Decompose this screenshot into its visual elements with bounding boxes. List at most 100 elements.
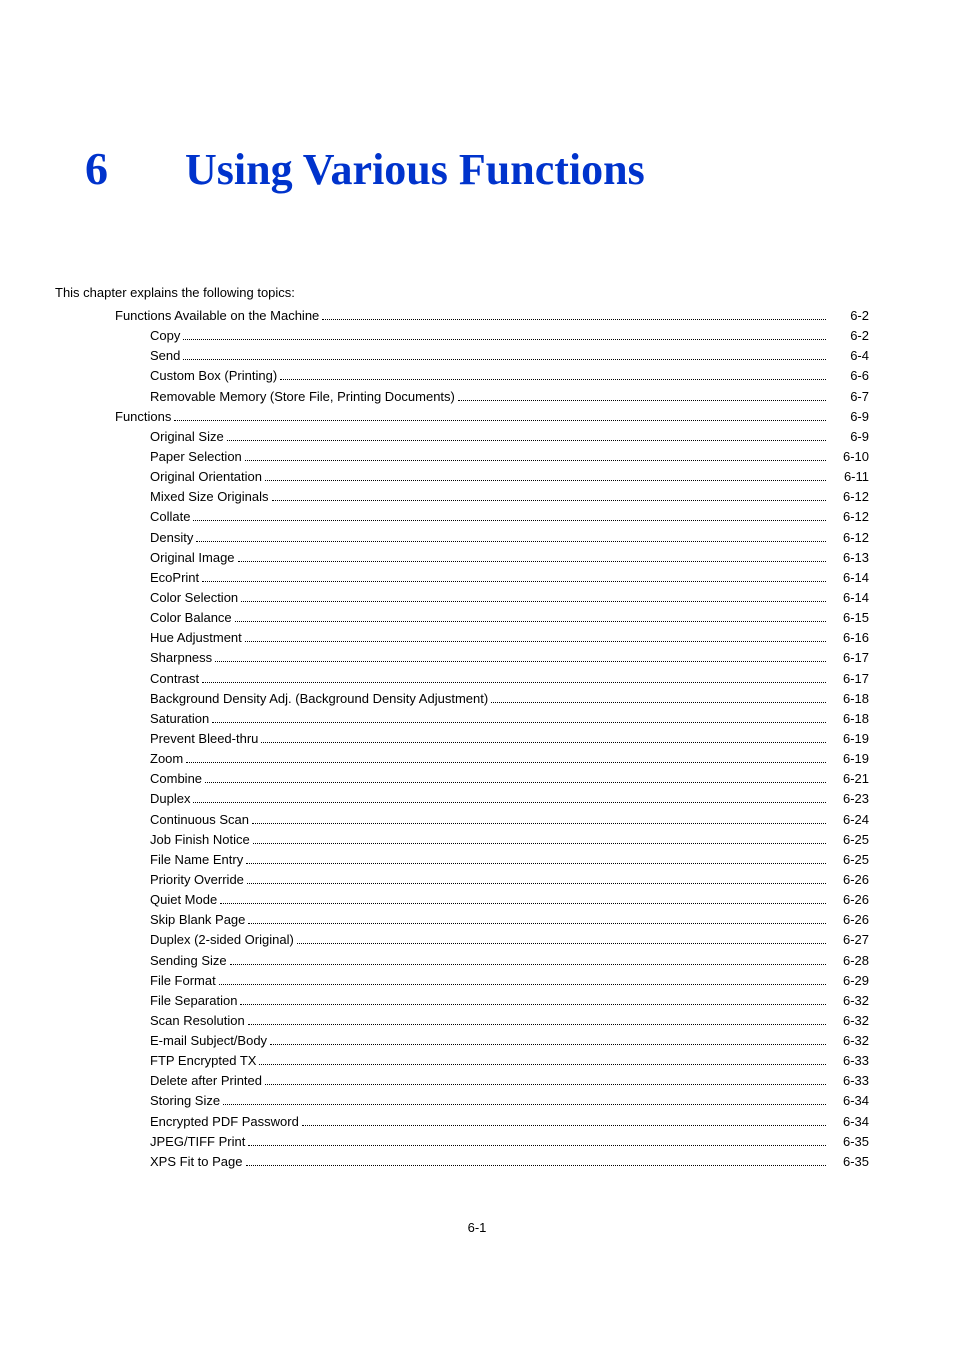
- toc-entry-label: Contrast: [150, 669, 199, 689]
- toc-entry-page: 6-32: [829, 1011, 869, 1031]
- toc-leader-dots: [297, 943, 826, 944]
- toc-entry[interactable]: Prevent Bleed-thru6-19: [85, 729, 869, 749]
- toc-entry-label: Duplex (2-sided Original): [150, 930, 294, 950]
- toc-entry[interactable]: Custom Box (Printing)6-6: [85, 366, 869, 386]
- toc-entry-page: 6-10: [829, 447, 869, 467]
- toc-entry-page: 6-7: [829, 387, 869, 407]
- toc-leader-dots: [193, 802, 826, 803]
- toc-entry-page: 6-34: [829, 1091, 869, 1111]
- toc-leader-dots: [227, 440, 826, 441]
- toc-entry[interactable]: EcoPrint 6-14: [85, 568, 869, 588]
- toc-entry-page: 6-17: [829, 648, 869, 668]
- toc-entry-label: Original Size: [150, 427, 224, 447]
- toc-leader-dots: [247, 883, 826, 884]
- toc-leader-dots: [202, 682, 826, 683]
- toc-leader-dots: [270, 1044, 826, 1045]
- toc-entry[interactable]: File Separation6-32: [85, 991, 869, 1011]
- toc-entry[interactable]: Color Selection6-14: [85, 588, 869, 608]
- toc-entry[interactable]: Contrast6-17: [85, 669, 869, 689]
- toc-entry[interactable]: Sharpness 6-17: [85, 648, 869, 668]
- toc-entry-page: 6-35: [829, 1152, 869, 1172]
- toc-entry-label: Original Orientation: [150, 467, 262, 487]
- toc-entry-page: 6-23: [829, 789, 869, 809]
- toc-entry[interactable]: Storing Size 6-34: [85, 1091, 869, 1111]
- toc-leader-dots: [245, 641, 826, 642]
- toc-entry[interactable]: Encrypted PDF Password6-34: [85, 1112, 869, 1132]
- toc-entry[interactable]: XPS Fit to Page 6-35: [85, 1152, 869, 1172]
- toc-leader-dots: [183, 339, 826, 340]
- toc-leader-dots: [259, 1064, 826, 1065]
- toc-entry[interactable]: Continuous Scan6-24: [85, 810, 869, 830]
- toc-entry-label: FTP Encrypted TX: [150, 1051, 256, 1071]
- toc-leader-dots: [240, 1004, 826, 1005]
- toc-entry[interactable]: Functions Available on the Machine 6-2: [85, 306, 869, 326]
- document-page: 6 Using Various Functions This chapter e…: [0, 0, 954, 1295]
- toc-leader-dots: [241, 601, 826, 602]
- toc-entry[interactable]: File Format6-29: [85, 971, 869, 991]
- toc-entry-page: 6-32: [829, 991, 869, 1011]
- toc-entry-label: XPS Fit to Page: [150, 1152, 243, 1172]
- toc-entry[interactable]: Scan Resolution 6-32: [85, 1011, 869, 1031]
- toc-entry-page: 6-6: [829, 366, 869, 386]
- toc-leader-dots: [248, 1024, 826, 1025]
- toc-entry[interactable]: Removable Memory (Store File, Printing D…: [85, 387, 869, 407]
- toc-entry[interactable]: Duplex (2-sided Original)6-27: [85, 930, 869, 950]
- toc-entry-page: 6-33: [829, 1051, 869, 1071]
- toc-entry[interactable]: Copy6-2: [85, 326, 869, 346]
- toc-entry[interactable]: File Name Entry6-25: [85, 850, 869, 870]
- toc-entry-label: JPEG/TIFF Print: [150, 1132, 245, 1152]
- toc-entry-page: 6-25: [829, 850, 869, 870]
- toc-entry-label: File Format: [150, 971, 216, 991]
- toc-leader-dots: [205, 782, 826, 783]
- toc-entry-label: Continuous Scan: [150, 810, 249, 830]
- toc-entry-label: Removable Memory (Store File, Printing D…: [150, 387, 455, 407]
- toc-entry-label: Scan Resolution: [150, 1011, 245, 1031]
- toc-entry[interactable]: Zoom6-19: [85, 749, 869, 769]
- toc-leader-dots: [220, 903, 826, 904]
- toc-entry[interactable]: FTP Encrypted TX 6-33: [85, 1051, 869, 1071]
- toc-entry[interactable]: Original Size 6-9: [85, 427, 869, 447]
- toc-entry[interactable]: Color Balance6-15: [85, 608, 869, 628]
- toc-entry[interactable]: Delete after Printed6-33: [85, 1071, 869, 1091]
- chapter-heading: 6 Using Various Functions: [85, 142, 869, 195]
- toc-entry-label: Color Selection: [150, 588, 238, 608]
- toc-entry[interactable]: Duplex6-23: [85, 789, 869, 809]
- toc-entry[interactable]: Original Image6-13: [85, 548, 869, 568]
- toc-entry-label: Skip Blank Page: [150, 910, 245, 930]
- toc-leader-dots: [202, 581, 826, 582]
- toc-entry-label: Functions Available on the Machine: [115, 306, 319, 326]
- toc-entry[interactable]: Quiet Mode6-26: [85, 890, 869, 910]
- toc-entry[interactable]: E-mail Subject/Body6-32: [85, 1031, 869, 1051]
- toc-entry[interactable]: Mixed Size Originals6-12: [85, 487, 869, 507]
- toc-entry[interactable]: Send6-4: [85, 346, 869, 366]
- toc-entry[interactable]: Job Finish Notice6-25: [85, 830, 869, 850]
- toc-entry-label: Send: [150, 346, 180, 366]
- toc-leader-dots: [246, 863, 826, 864]
- toc-entry[interactable]: Paper Selection6-10: [85, 447, 869, 467]
- toc-entry-page: 6-2: [829, 306, 869, 326]
- toc-entry-label: Mixed Size Originals: [150, 487, 269, 507]
- toc-entry-page: 6-14: [829, 568, 869, 588]
- toc-entry[interactable]: Collate6-12: [85, 507, 869, 527]
- toc-entry-label: Storing Size: [150, 1091, 220, 1111]
- toc-leader-dots: [174, 420, 826, 421]
- toc-entry-page: 6-19: [829, 729, 869, 749]
- toc-leader-dots: [491, 702, 826, 703]
- toc-entry-label: EcoPrint: [150, 568, 199, 588]
- toc-entry[interactable]: Hue Adjustment6-16: [85, 628, 869, 648]
- toc-entry[interactable]: Priority Override6-26: [85, 870, 869, 890]
- toc-entry[interactable]: Density6-12: [85, 528, 869, 548]
- toc-entry-label: Sharpness: [150, 648, 212, 668]
- toc-entry-page: 6-11: [829, 467, 869, 487]
- toc-entry[interactable]: Combine6-21: [85, 769, 869, 789]
- toc-entry[interactable]: Saturation6-18: [85, 709, 869, 729]
- toc-entry[interactable]: JPEG/TIFF Print6-35: [85, 1132, 869, 1152]
- toc-entry[interactable]: Background Density Adj. (Background Dens…: [85, 689, 869, 709]
- toc-entry-page: 6-9: [829, 427, 869, 447]
- toc-leader-dots: [248, 1145, 826, 1146]
- toc-entry-label: Background Density Adj. (Background Dens…: [150, 689, 488, 709]
- toc-entry[interactable]: Sending Size6-28: [85, 951, 869, 971]
- toc-entry[interactable]: Functions6-9: [85, 407, 869, 427]
- toc-entry[interactable]: Original Orientation 6-11: [85, 467, 869, 487]
- toc-entry[interactable]: Skip Blank Page6-26: [85, 910, 869, 930]
